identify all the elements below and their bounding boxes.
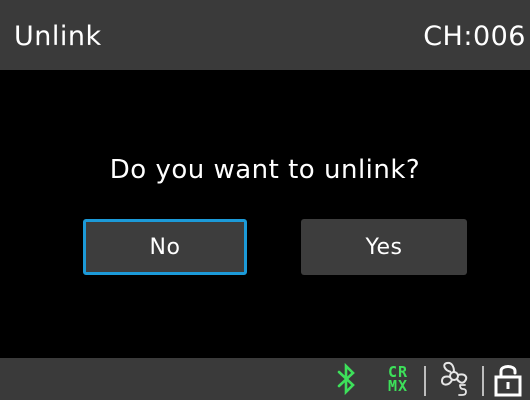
page-title: Unlink <box>14 21 102 52</box>
channel-indicator: CH:006 <box>423 21 526 52</box>
unlink-prompt: Do you want to unlink? <box>109 155 421 185</box>
bluetooth-icon <box>334 358 358 400</box>
header-bar: Unlink CH:006 <box>0 0 530 70</box>
yes-button-label: Yes <box>365 234 403 260</box>
device-screen: Unlink CH:006 Do you want to unlink? No … <box>0 0 530 400</box>
status-bar: CR MX <box>0 358 530 400</box>
no-button-label: No <box>149 234 181 260</box>
no-button[interactable]: No <box>83 219 247 275</box>
crmx-icon: CR MX <box>380 358 416 400</box>
unlocked-padlock-icon <box>490 358 526 400</box>
fan-smart-mode-icon <box>432 358 476 400</box>
status-divider <box>482 366 484 396</box>
crmx-label-bottom: MX <box>387 377 409 395</box>
status-divider <box>424 366 426 396</box>
yes-button[interactable]: Yes <box>301 219 467 275</box>
